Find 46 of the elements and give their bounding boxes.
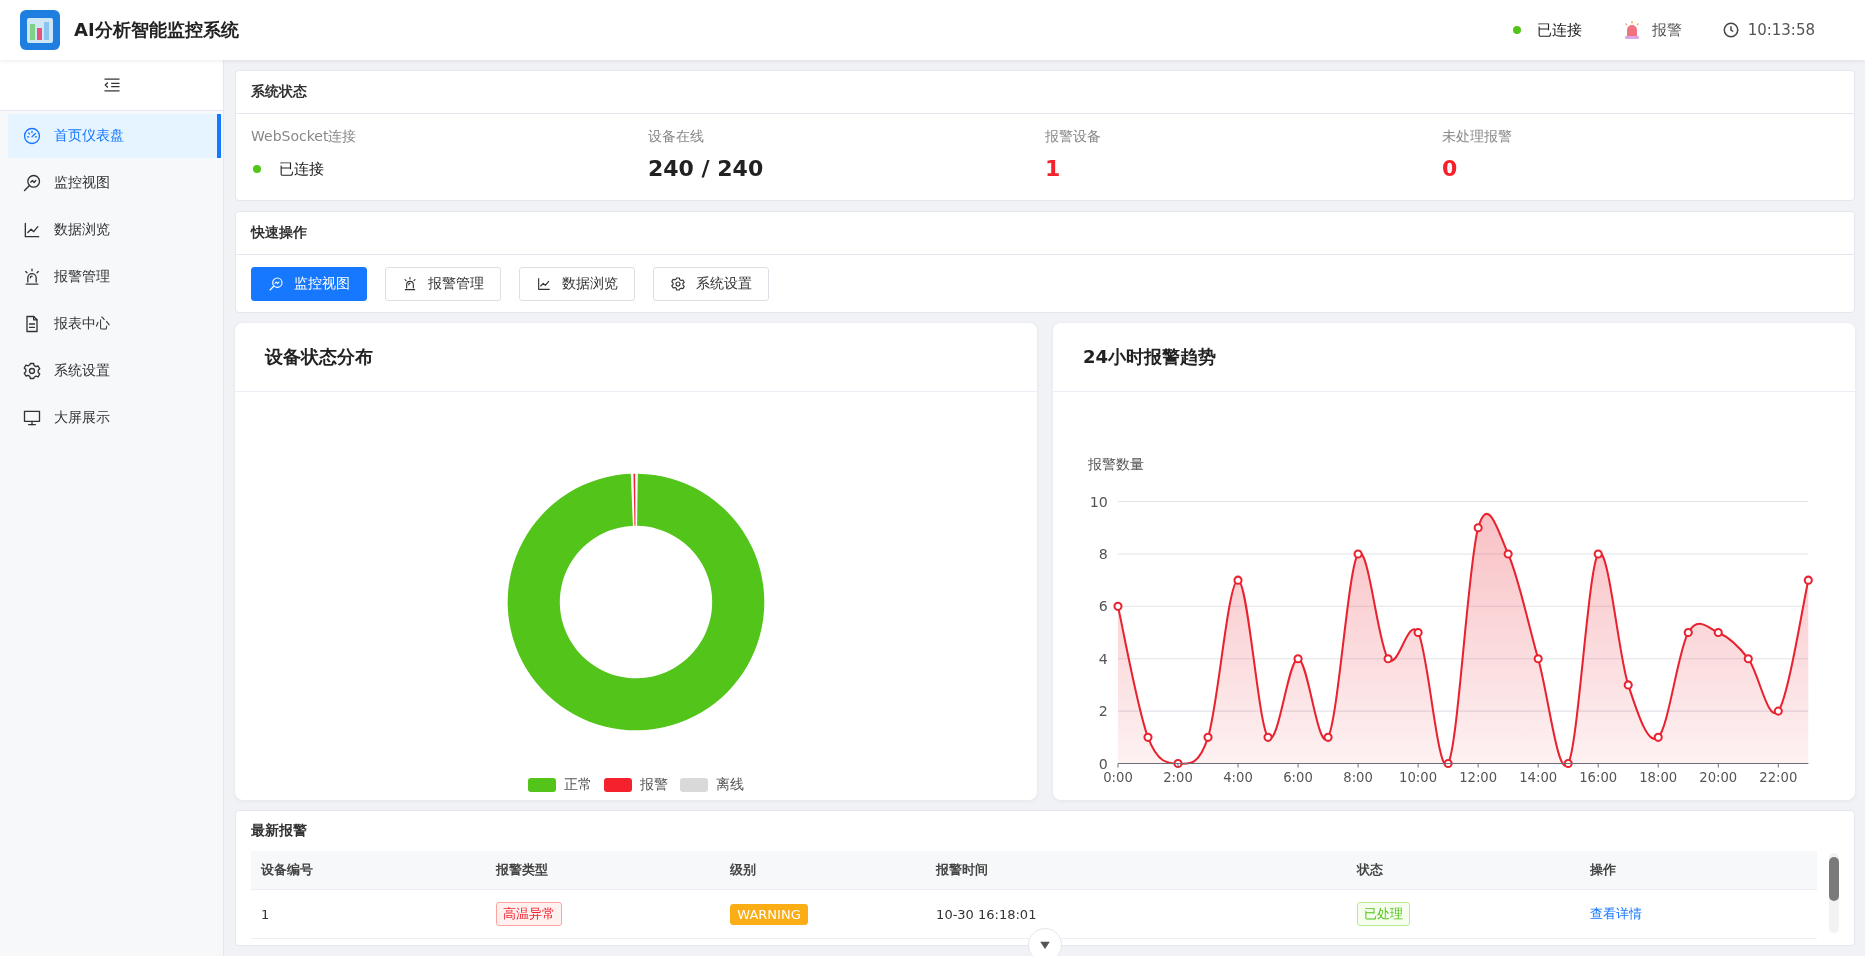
status-tag: 已处理	[1356, 902, 1410, 926]
column-header: 报警时间	[934, 861, 990, 879]
x-tick-label: 10:00	[1399, 769, 1438, 785]
y-tick-label: 2	[1098, 703, 1108, 720]
chart-title: 24小时报警趋势	[1083, 345, 1217, 369]
y-tick-label: 6	[1098, 598, 1108, 615]
stat-label: 未处理报警	[1442, 128, 1513, 146]
x-tick-label: 4:00	[1223, 769, 1253, 785]
x-tick-label: 20:00	[1699, 769, 1738, 785]
card-title: 系统状态	[251, 83, 307, 101]
connection-status: 已连接	[279, 159, 324, 179]
x-tick-label: 14:00	[1519, 769, 1558, 785]
clock-time: 10:13:58	[1747, 21, 1815, 39]
column-header: 级别	[729, 861, 758, 879]
table-cell: 1	[261, 906, 270, 922]
x-tick-label: 18:00	[1639, 769, 1678, 785]
column-header: 设备编号	[260, 861, 314, 879]
column-header: 状态	[1355, 861, 1384, 879]
card-title: 最新报警	[251, 822, 307, 840]
stat-value: 240 / 240	[648, 155, 765, 183]
stat-label: 报警设备	[1045, 128, 1102, 146]
chart-title: 设备状态分布	[265, 345, 373, 369]
axis-title: 报警数量	[1087, 456, 1144, 473]
x-tick-label: 0:00	[1103, 769, 1133, 785]
app-title: AI分析智能监控系统	[74, 18, 239, 42]
y-tick-label: 8	[1098, 546, 1108, 563]
column-header: 操作	[1589, 861, 1618, 879]
y-tick-label: 10	[1089, 493, 1108, 510]
x-tick-label: 22:00	[1759, 769, 1798, 785]
x-tick-label: 8:00	[1343, 769, 1373, 785]
level-tag: WARNING	[730, 903, 808, 925]
y-tick-label: 4	[1098, 650, 1108, 667]
y-tick-label: 0	[1098, 755, 1108, 772]
stat-label: 设备在线	[648, 128, 705, 146]
x-tick-label: 16:00	[1579, 769, 1618, 785]
column-header: 报警类型	[494, 861, 549, 879]
card-title: 快速操作	[251, 224, 307, 242]
alarm-type-tag: 高温异常	[495, 902, 562, 926]
connection-status: 已连接	[1536, 20, 1582, 40]
stat-label: WebSocket连接	[251, 128, 358, 146]
stat-value: 1	[1045, 155, 1062, 183]
x-tick-label: 12:00	[1459, 769, 1498, 785]
x-tick-label: 2:00	[1163, 769, 1193, 785]
x-tick-label: 6:00	[1283, 769, 1313, 785]
table-cell: 10-30 16:18:01	[936, 906, 1037, 922]
stat-value: 0	[1442, 155, 1459, 183]
